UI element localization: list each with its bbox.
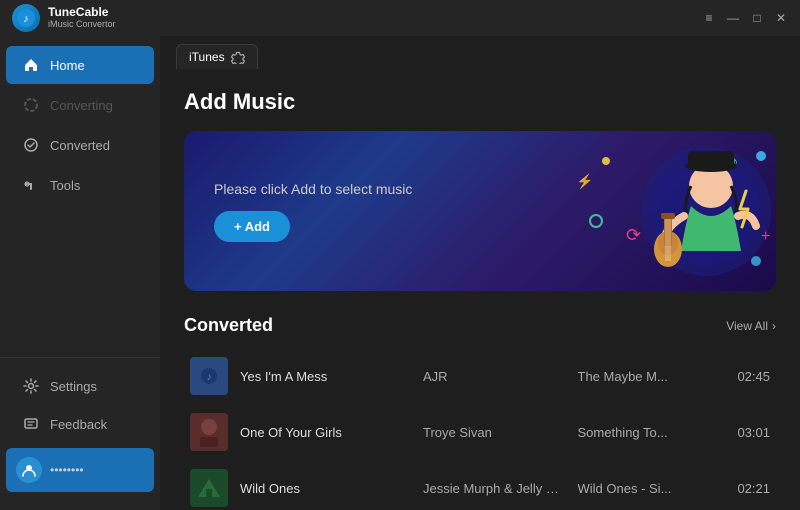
add-button[interactable]: + Add [214, 211, 290, 242]
view-all-label: View All [726, 319, 768, 333]
track-name-1: Yes I'm A Mess [240, 369, 411, 384]
user-name: •••••••• [50, 463, 144, 477]
track-artist-1: AJR [423, 369, 566, 384]
tab-itunes[interactable]: iTunes [176, 44, 258, 69]
app-subtitle: iMusic Convertor [48, 20, 116, 30]
converted-section-header: Converted View All › [184, 315, 776, 336]
svg-text:⟳: ⟳ [626, 225, 641, 245]
hero-text-area: Please click Add to select music + Add [184, 181, 442, 242]
track-name-3: Wild Ones [240, 481, 411, 496]
converting-icon [22, 96, 40, 114]
sidebar-item-tools[interactable]: Tools [6, 166, 154, 204]
main-layout: Home Converting Converted [0, 36, 800, 510]
converted-icon [22, 136, 40, 154]
hero-banner: Please click Add to select music + Add +… [184, 131, 776, 291]
titlebar: ♪ TuneCable iMusic Convertor ≡ — □ ✕ [0, 0, 800, 36]
svg-text:♪: ♪ [207, 372, 212, 383]
titlebar-left: ♪ TuneCable iMusic Convertor [12, 4, 116, 32]
feedback-icon [22, 415, 40, 433]
track-album-1: The Maybe M... [578, 369, 721, 384]
svg-text:⚡: ⚡ [576, 173, 593, 190]
track-album-2: Something To... [578, 425, 721, 440]
track-artist-3: Jessie Murph & Jelly Roll [423, 481, 566, 496]
track-duration-1: 02:45 [732, 369, 770, 384]
sidebar-item-settings[interactable]: Settings [6, 368, 154, 404]
page-content: Add Music Please click Add to select mus… [160, 69, 800, 510]
app-name: TuneCable [48, 6, 116, 19]
sidebar-item-converting: Converting [6, 86, 154, 124]
svg-text:♪: ♪ [23, 13, 29, 25]
tab-label: iTunes [189, 50, 225, 64]
hero-illustration: + ♪ ⟳ ⚡ [516, 131, 776, 291]
sidebar-label-feedback: Feedback [50, 417, 107, 432]
track-duration-2: 03:01 [732, 425, 770, 440]
tools-icon [22, 176, 40, 194]
user-item[interactable]: •••••••• [6, 448, 154, 492]
track-item[interactable]: Wild Ones Jessie Murph & Jelly Roll Wild… [184, 460, 776, 510]
menu-button[interactable]: ≡ [702, 11, 716, 25]
tab-settings-icon[interactable] [231, 50, 245, 64]
sidebar-label-settings: Settings [50, 379, 97, 394]
user-avatar [16, 457, 42, 483]
settings-icon [22, 377, 40, 395]
app-logo-icon: ♪ [12, 4, 40, 32]
track-thumbnail-2 [190, 413, 228, 451]
view-all-link[interactable]: View All › [726, 319, 776, 333]
home-icon [22, 56, 40, 74]
track-list: ♪ Yes I'm A Mess AJR The Maybe M... 02:4… [184, 348, 776, 510]
close-button[interactable]: ✕ [774, 11, 788, 25]
track-duration-3: 02:21 [732, 481, 770, 496]
maximize-button[interactable]: □ [750, 11, 764, 25]
converted-section-title: Converted [184, 315, 273, 336]
chevron-right-icon: › [772, 319, 776, 333]
svg-text:+: + [761, 228, 770, 245]
sidebar-label-converted: Converted [50, 138, 110, 153]
track-item[interactable]: One Of Your Girls Troye Sivan Something … [184, 404, 776, 460]
sidebar-label-tools: Tools [50, 178, 80, 193]
track-item[interactable]: ♪ Yes I'm A Mess AJR The Maybe M... 02:4… [184, 348, 776, 404]
sidebar-nav: Home Converting Converted [0, 36, 160, 357]
sidebar-item-converted[interactable]: Converted [6, 126, 154, 164]
sidebar-label-converting: Converting [50, 98, 113, 113]
track-thumbnail-3 [190, 469, 228, 507]
hero-subtitle: Please click Add to select music [214, 181, 412, 197]
page-title: Add Music [184, 89, 776, 115]
app-name-container: TuneCable iMusic Convertor [48, 6, 116, 29]
sidebar-label-home: Home [50, 58, 85, 73]
track-artist-2: Troye Sivan [423, 425, 566, 440]
sidebar-footer: Settings Feedback ••••• [0, 357, 160, 510]
sidebar-item-home[interactable]: Home [6, 46, 154, 84]
sidebar: Home Converting Converted [0, 36, 160, 510]
titlebar-controls: ≡ — □ ✕ [702, 11, 788, 25]
tabbar: iTunes [160, 36, 800, 69]
track-thumbnail-1: ♪ [190, 357, 228, 395]
content-area: iTunes Add Music Please click Add to sel… [160, 36, 800, 510]
sidebar-item-feedback[interactable]: Feedback [6, 406, 154, 442]
track-name-2: One Of Your Girls [240, 425, 411, 440]
track-album-3: Wild Ones - Si... [578, 481, 721, 496]
minimize-button[interactable]: — [726, 11, 740, 25]
